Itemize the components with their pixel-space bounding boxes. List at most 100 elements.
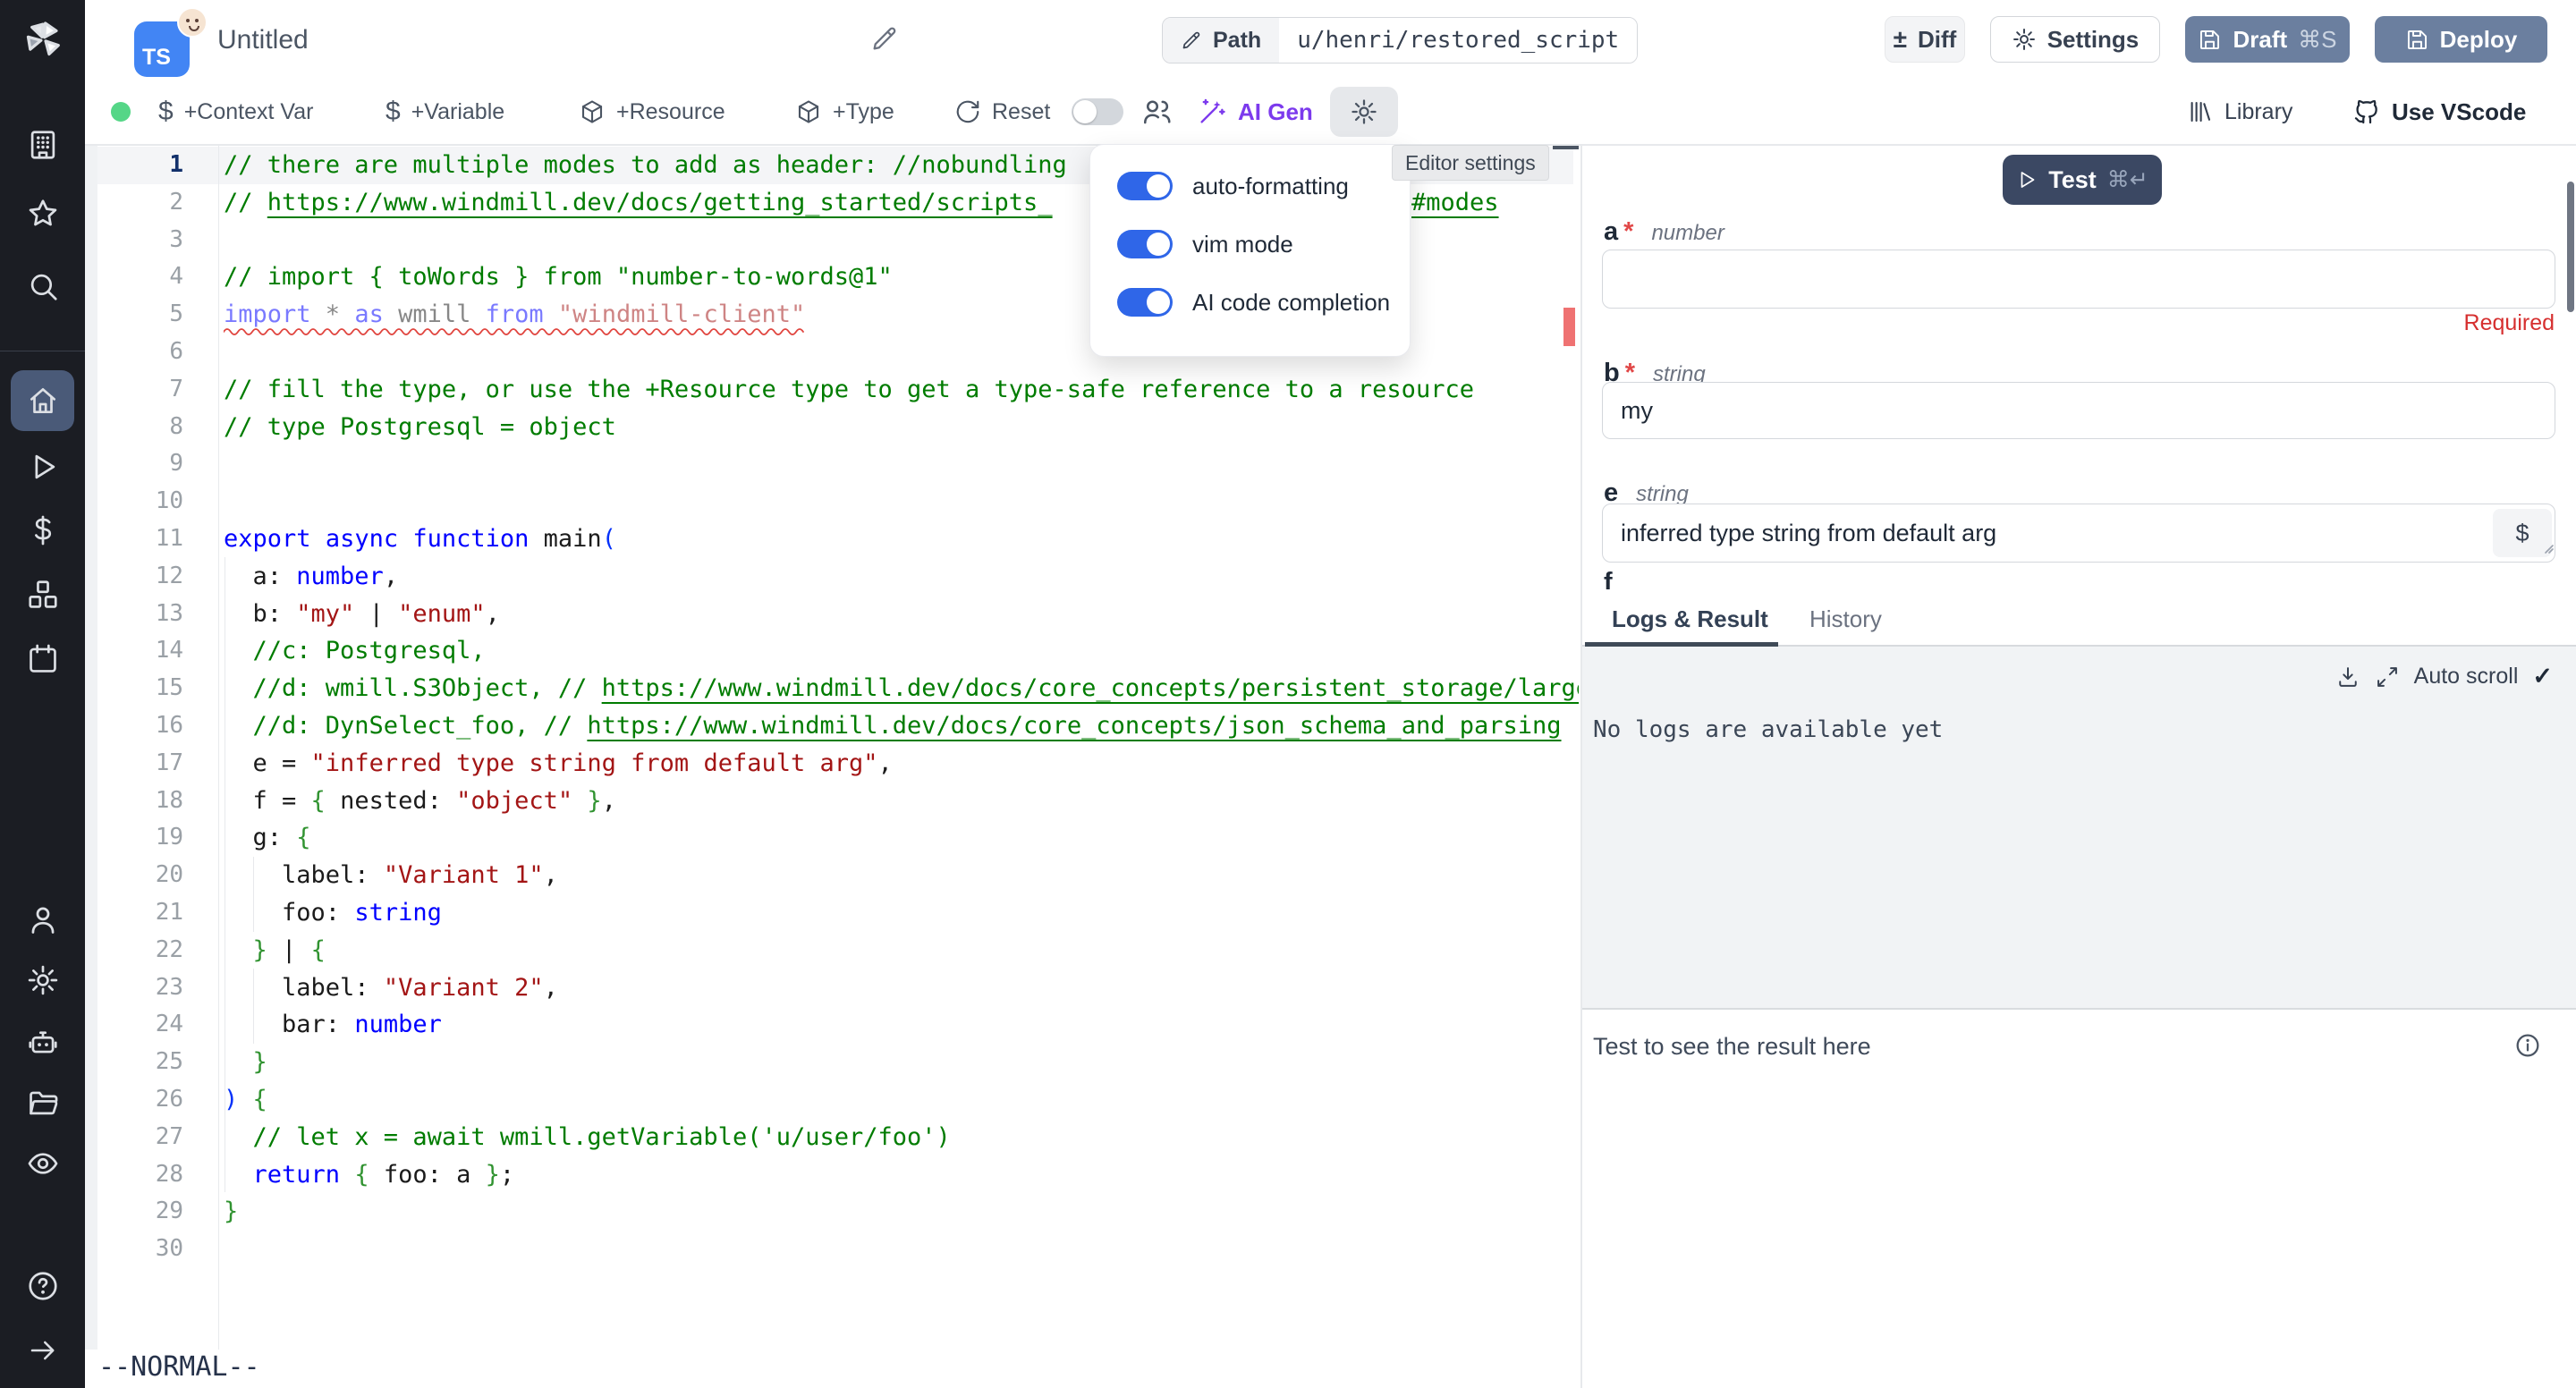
code-line[interactable]: // import { toWords } from "number-to-wo… [224, 258, 893, 296]
code-line[interactable]: g: { [224, 819, 311, 857]
add-type-button[interactable]: +Type [795, 79, 894, 145]
path-label-segment[interactable]: Path [1163, 18, 1279, 63]
line-number: 2 [85, 184, 183, 222]
search-icon[interactable] [26, 269, 60, 303]
script-title: Untitled [217, 25, 309, 55]
code-line[interactable]: } [224, 1044, 267, 1081]
diff-button[interactable]: ± Diff [1885, 16, 1965, 63]
code-line[interactable]: label: "Variant 2", [224, 969, 558, 1007]
draft-button[interactable]: Draft ⌘S [2185, 16, 2350, 63]
library-button[interactable]: Library [2187, 79, 2292, 145]
code-line[interactable]: //c: Postgresql, [224, 632, 486, 670]
download-logs-icon[interactable] [2335, 664, 2360, 690]
line-number: 3 [85, 222, 183, 259]
favorites-star-icon[interactable] [26, 197, 60, 231]
variables-dollar-icon[interactable] [26, 513, 60, 547]
tab-logs-result[interactable]: Logs & Result [1612, 605, 1768, 633]
workers-robot-icon[interactable] [26, 1025, 60, 1059]
line-number: 11 [85, 520, 183, 558]
home-icon[interactable] [26, 384, 60, 418]
setting-vim-mode[interactable]: vim mode [1117, 230, 1293, 258]
code-line[interactable]: f = { nested: "object" }, [224, 783, 616, 820]
code-line-fragment[interactable]: #modes [1411, 184, 1499, 222]
result-area: Test to see the result here [1582, 1008, 2576, 1388]
line-number: 6 [85, 334, 183, 371]
github-octocat-icon [2352, 97, 2381, 126]
resize-handle[interactable] [2541, 541, 2555, 555]
collapse-arrow-icon[interactable] [27, 1334, 59, 1367]
toggle-on[interactable] [1117, 230, 1173, 258]
line-number: 30 [85, 1231, 183, 1268]
code-line[interactable]: } [224, 1193, 238, 1231]
result-placeholder: Test to see the result here [1593, 1033, 1871, 1061]
settings-gear-icon[interactable] [26, 963, 60, 997]
field-a-input[interactable] [1602, 250, 2555, 309]
code-line[interactable]: return { foo: a }; [224, 1156, 514, 1194]
code-line[interactable]: label: "Variant 1", [224, 857, 558, 894]
path-value[interactable]: u/henri/restored_script [1279, 18, 1637, 63]
code-line[interactable]: b: "my" | "enum", [224, 596, 500, 633]
autoscroll-check-icon[interactable]: ✓ [2532, 663, 2553, 690]
resources-cubes-icon[interactable] [26, 578, 60, 612]
multiplayer-users-icon[interactable] [1140, 79, 1173, 145]
tab-history[interactable]: History [1809, 605, 1882, 633]
indent-guide [253, 857, 254, 932]
edit-title-pencil-icon[interactable] [870, 24, 899, 53]
test-button[interactable]: Test ⌘↵ [2003, 155, 2162, 205]
code-line[interactable]: //d: DynSelect_foo, // https://www.windm… [224, 707, 1562, 745]
line-number: 18 [85, 783, 183, 820]
panel-scrollbar[interactable] [2567, 182, 2574, 312]
path-label: Path [1213, 28, 1261, 54]
line-number: 22 [85, 932, 183, 969]
code-line[interactable]: ) { [224, 1081, 267, 1119]
schedules-calendar-icon[interactable] [26, 642, 60, 676]
code-line[interactable]: //d: wmill.S3Object, // https://www.wind… [224, 670, 1579, 707]
code-line[interactable]: foo: string [224, 894, 442, 932]
toggle-on[interactable] [1117, 288, 1173, 317]
collab-toggle[interactable] [1072, 79, 1123, 145]
folders-icon[interactable] [26, 1086, 60, 1120]
add-resource-button[interactable]: +Resource [579, 79, 725, 145]
indent-guide [253, 969, 254, 1044]
code-line[interactable]: // there are multiple modes to add as he… [224, 147, 1067, 184]
users-person-icon[interactable] [26, 903, 60, 937]
test-shortcut: ⌘↵ [2107, 166, 2148, 193]
windmill-logo-icon[interactable] [22, 19, 64, 60]
draft-shortcut: ⌘S [2298, 26, 2336, 54]
test-panel: Test ⌘↵ a* number Required b* string e s… [1580, 146, 2576, 1388]
code-line[interactable]: // let x = await wmill.getVariable('u/us… [224, 1119, 951, 1156]
code-line[interactable]: bar: number [224, 1006, 442, 1044]
code-line[interactable]: a: number, [224, 558, 398, 596]
reset-button[interactable]: Reset [954, 79, 1050, 145]
path-pill[interactable]: Path u/henri/restored_script [1162, 17, 1638, 63]
runs-play-icon[interactable] [26, 450, 60, 484]
code-line[interactable]: // https://www.windmill.dev/docs/getting… [224, 184, 1053, 222]
editor-settings-gear-button[interactable] [1330, 87, 1398, 137]
toggle-on[interactable] [1117, 172, 1173, 200]
ai-gen-button[interactable]: AI Gen [1197, 79, 1313, 145]
add-variable-button[interactable]: $ +Variable [386, 79, 504, 145]
code-line[interactable]: // type Postgresql = object [224, 409, 616, 446]
toggle-off[interactable] [1072, 98, 1123, 125]
settings-button[interactable]: Settings [1990, 16, 2160, 63]
field-e-input[interactable] [1602, 504, 2555, 563]
deploy-button[interactable]: Deploy [2375, 16, 2547, 63]
expand-logs-icon[interactable] [2375, 664, 2400, 690]
info-icon[interactable] [2513, 1031, 2542, 1060]
audit-eye-icon[interactable] [26, 1147, 60, 1181]
code-line[interactable]: export async function main( [224, 520, 616, 558]
field-b-input[interactable] [1602, 382, 2555, 439]
code-line[interactable]: // fill the type, or use the +Resource t… [224, 371, 1474, 409]
line-number: 29 [85, 1193, 183, 1231]
workspace-icon[interactable] [26, 128, 60, 162]
autoscroll-label[interactable]: Auto scroll [2414, 664, 2519, 690]
help-icon[interactable] [26, 1269, 60, 1303]
line-number: 24 [85, 1006, 183, 1044]
setting-auto-formatting[interactable]: auto-formatting [1117, 172, 1349, 200]
use-vscode-button[interactable]: Use VScode [2352, 79, 2526, 145]
add-context-var-button[interactable]: $ +Context Var [158, 79, 313, 145]
setting-ai-code-completion[interactable]: AI code completion [1117, 288, 1390, 317]
plus-minus-icon: ± [1894, 25, 1907, 54]
code-line[interactable]: } | { [224, 932, 326, 969]
code-line[interactable]: e = "inferred type string from default a… [224, 745, 893, 783]
